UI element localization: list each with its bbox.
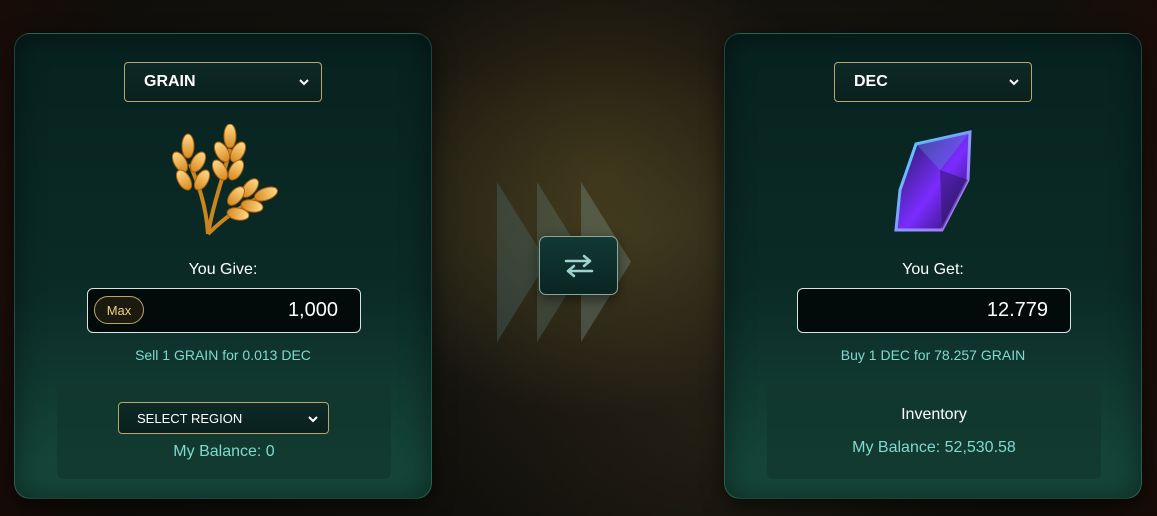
get-amount-value: 12.779	[986, 299, 1048, 321]
max-button[interactable]: Max	[94, 296, 144, 324]
you-give-label: You Give:	[188, 261, 258, 278]
chevron-down-icon	[1009, 79, 1019, 86]
get-panel: DEC You Get: 12.779 Buy 1 DEC for 78.257…	[724, 33, 1142, 499]
swap-arrows-icon	[564, 254, 593, 277]
give-token-select[interactable]: GRAIN	[124, 62, 322, 102]
grain-icon	[171, 124, 278, 236]
give-amount-value: 1,000	[287, 299, 338, 321]
you-get-label: You Get:	[902, 261, 964, 278]
get-balance: My Balance: 52,530.58	[852, 439, 1016, 456]
get-token-select[interactable]: DEC	[834, 62, 1032, 102]
get-amount-field[interactable]: 12.779	[797, 288, 1071, 333]
swap-button[interactable]	[539, 236, 618, 295]
region-select-label: SELECT REGION	[137, 410, 243, 426]
give-amount-input[interactable]: Max 1,000	[87, 288, 361, 333]
region-box: SELECT REGION My Balance: 0	[57, 385, 391, 479]
give-token-label: GRAIN	[144, 73, 196, 90]
buy-rate-text: Buy 1 DEC for 78.257 GRAIN	[840, 347, 1026, 363]
give-balance: My Balance: 0	[173, 443, 275, 460]
sell-rate-text: Sell 1 GRAIN for 0.013 DEC	[135, 347, 311, 363]
inventory-box: Inventory My Balance: 52,530.58	[767, 385, 1101, 479]
get-token-label: DEC	[854, 73, 888, 90]
inventory-title: Inventory	[901, 406, 967, 423]
chevron-down-icon	[308, 416, 318, 423]
give-panel: GRAIN You Give: Max 1,000 Sell 1 GRAIN f…	[14, 33, 432, 499]
dec-crystal-icon	[894, 130, 972, 232]
region-select[interactable]: SELECT REGION	[118, 402, 329, 434]
chevron-down-icon	[299, 79, 309, 86]
